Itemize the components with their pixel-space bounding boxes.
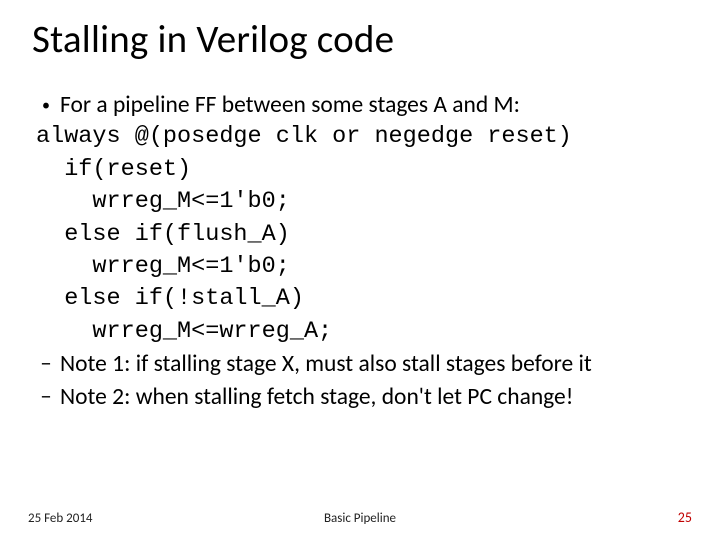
note-item: – Note 2: when stalling fetch stage, don… xyxy=(32,381,688,413)
note-text: Note 1: if stalling stage X, must also s… xyxy=(60,348,688,380)
code-line: if(reset) xyxy=(36,154,688,186)
bullet-text: For a pipeline FF between some stages A … xyxy=(60,89,688,121)
bullet-marker: • xyxy=(32,89,60,117)
slide-body: • For a pipeline FF between some stages … xyxy=(32,89,688,413)
footer-title: Basic Pipeline xyxy=(249,511,470,526)
page-title: Stalling in Verilog code xyxy=(32,18,688,63)
code-line: wrreg_M<=1'b0; xyxy=(36,251,688,283)
code-line: wrreg_M<=wrreg_A; xyxy=(36,316,688,348)
code-line: else if(flush_A) xyxy=(36,219,688,251)
bullet-item: • For a pipeline FF between some stages … xyxy=(32,89,688,121)
code-line: wrreg_M<=1'b0; xyxy=(36,186,688,218)
code-block: always @(posedge clk or negedge reset) i… xyxy=(32,121,688,348)
dash-marker: – xyxy=(32,348,60,380)
footer: 25 Feb 2014 Basic Pipeline 25 xyxy=(0,509,720,526)
code-line: else if(!stall_A) xyxy=(36,283,688,315)
note-text: Note 2: when stalling fetch stage, don't… xyxy=(60,381,688,413)
page-number: 25 xyxy=(471,509,692,526)
code-line: always @(posedge clk or negedge reset) xyxy=(36,121,688,153)
dash-marker: – xyxy=(32,381,60,413)
slide: Stalling in Verilog code • For a pipelin… xyxy=(0,0,720,540)
footer-date: 25 Feb 2014 xyxy=(28,511,249,526)
note-item: – Note 1: if stalling stage X, must also… xyxy=(32,348,688,380)
